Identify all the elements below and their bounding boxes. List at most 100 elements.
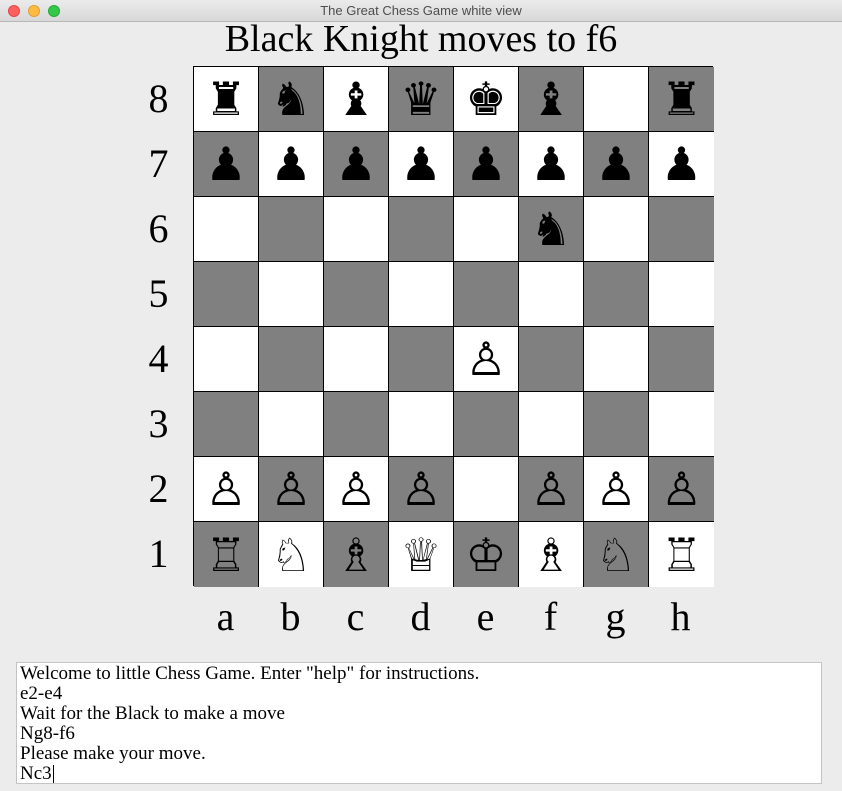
square-e2[interactable]: [454, 457, 519, 522]
square-e4[interactable]: ♙: [454, 327, 519, 392]
piece-b8[interactable]: ♞: [270, 76, 311, 122]
square-b1[interactable]: ♘: [259, 522, 324, 587]
piece-e1[interactable]: ♔: [465, 532, 506, 578]
piece-g7[interactable]: ♟: [595, 141, 636, 187]
square-e6[interactable]: [454, 197, 519, 262]
piece-d8[interactable]: ♛: [400, 76, 441, 122]
piece-b7[interactable]: ♟: [270, 141, 311, 187]
square-a1[interactable]: ♖: [194, 522, 259, 587]
square-a8[interactable]: ♜: [194, 67, 259, 132]
square-g8[interactable]: [584, 67, 649, 132]
chess-board[interactable]: ♜ ♞ ♝ ♛ ♚ ♝ ♜ ♟ ♟ ♟ ♟ ♟ ♟ ♟ ♟ ♞ ♙ ♙ ♙ ♙ ♙ ♙ ♙ ♙ ♖ ♘ ♗ ♕ ♔ ♗ ♘ ♖: [193, 66, 714, 587]
square-a6[interactable]: [194, 197, 259, 262]
square-a5[interactable]: [194, 262, 259, 327]
square-f5[interactable]: [519, 262, 584, 327]
piece-g1[interactable]: ♘: [595, 532, 636, 578]
square-a2[interactable]: ♙: [194, 457, 259, 522]
square-c8[interactable]: ♝: [324, 67, 389, 132]
square-e5[interactable]: [454, 262, 519, 327]
piece-e8[interactable]: ♚: [465, 76, 506, 122]
square-b2[interactable]: ♙: [259, 457, 324, 522]
square-b7[interactable]: ♟: [259, 132, 324, 197]
square-f2[interactable]: ♙: [519, 457, 584, 522]
piece-c8[interactable]: ♝: [335, 76, 376, 122]
piece-b2[interactable]: ♙: [270, 466, 311, 512]
square-f8[interactable]: ♝: [519, 67, 584, 132]
square-h1[interactable]: ♖: [649, 522, 714, 587]
piece-a2[interactable]: ♙: [205, 466, 246, 512]
square-g7[interactable]: ♟: [584, 132, 649, 197]
square-f6[interactable]: ♞: [519, 197, 584, 262]
square-c3[interactable]: [324, 392, 389, 457]
console-panel[interactable]: Welcome to little Chess Game. Enter "hel…: [16, 662, 822, 784]
piece-h8[interactable]: ♜: [661, 76, 702, 122]
piece-h7[interactable]: ♟: [661, 141, 702, 187]
square-c5[interactable]: [324, 262, 389, 327]
square-f7[interactable]: ♟: [519, 132, 584, 197]
square-c2[interactable]: ♙: [324, 457, 389, 522]
square-g2[interactable]: ♙: [584, 457, 649, 522]
square-f1[interactable]: ♗: [519, 522, 584, 587]
square-d1[interactable]: ♕: [389, 522, 454, 587]
square-b8[interactable]: ♞: [259, 67, 324, 132]
square-a4[interactable]: [194, 327, 259, 392]
square-c6[interactable]: [324, 197, 389, 262]
square-g6[interactable]: [584, 197, 649, 262]
command-input[interactable]: Nc3: [20, 764, 818, 784]
square-d6[interactable]: [389, 197, 454, 262]
square-d3[interactable]: [389, 392, 454, 457]
piece-e7[interactable]: ♟: [465, 141, 506, 187]
square-b6[interactable]: [259, 197, 324, 262]
square-b4[interactable]: [259, 327, 324, 392]
square-b3[interactable]: [259, 392, 324, 457]
square-g4[interactable]: [584, 327, 649, 392]
piece-f6[interactable]: ♞: [530, 206, 571, 252]
square-e7[interactable]: ♟: [454, 132, 519, 197]
piece-d1[interactable]: ♕: [400, 532, 441, 578]
piece-b1[interactable]: ♘: [270, 532, 311, 578]
piece-a8[interactable]: ♜: [205, 76, 246, 122]
square-a7[interactable]: ♟: [194, 132, 259, 197]
square-f3[interactable]: [519, 392, 584, 457]
square-h5[interactable]: [649, 262, 714, 327]
square-e8[interactable]: ♚: [454, 67, 519, 132]
square-d7[interactable]: ♟: [389, 132, 454, 197]
piece-a1[interactable]: ♖: [205, 532, 246, 578]
square-f4[interactable]: [519, 327, 584, 392]
piece-d2[interactable]: ♙: [400, 466, 441, 512]
piece-c2[interactable]: ♙: [335, 466, 376, 512]
piece-f8[interactable]: ♝: [530, 76, 571, 122]
square-h3[interactable]: [649, 392, 714, 457]
piece-c7[interactable]: ♟: [335, 141, 376, 187]
piece-a7[interactable]: ♟: [205, 141, 246, 187]
square-h8[interactable]: ♜: [649, 67, 714, 132]
square-a3[interactable]: [194, 392, 259, 457]
command-input-value[interactable]: Nc3: [20, 764, 52, 784]
piece-e4[interactable]: ♙: [465, 336, 506, 382]
square-d8[interactable]: ♛: [389, 67, 454, 132]
piece-h2[interactable]: ♙: [661, 466, 702, 512]
square-e1[interactable]: ♔: [454, 522, 519, 587]
square-g5[interactable]: [584, 262, 649, 327]
square-b5[interactable]: [259, 262, 324, 327]
square-d5[interactable]: [389, 262, 454, 327]
piece-h1[interactable]: ♖: [661, 532, 702, 578]
square-c1[interactable]: ♗: [324, 522, 389, 587]
square-g3[interactable]: [584, 392, 649, 457]
piece-d7[interactable]: ♟: [400, 141, 441, 187]
square-g1[interactable]: ♘: [584, 522, 649, 587]
piece-f7[interactable]: ♟: [530, 141, 571, 187]
piece-f2[interactable]: ♙: [530, 466, 571, 512]
piece-g2[interactable]: ♙: [595, 466, 636, 512]
square-c7[interactable]: ♟: [324, 132, 389, 197]
square-d2[interactable]: ♙: [389, 457, 454, 522]
square-d4[interactable]: [389, 327, 454, 392]
square-h4[interactable]: [649, 327, 714, 392]
piece-f1[interactable]: ♗: [530, 532, 571, 578]
square-h6[interactable]: [649, 197, 714, 262]
square-c4[interactable]: [324, 327, 389, 392]
square-e3[interactable]: [454, 392, 519, 457]
square-h2[interactable]: ♙: [649, 457, 714, 522]
square-h7[interactable]: ♟: [649, 132, 714, 197]
piece-c1[interactable]: ♗: [335, 532, 376, 578]
